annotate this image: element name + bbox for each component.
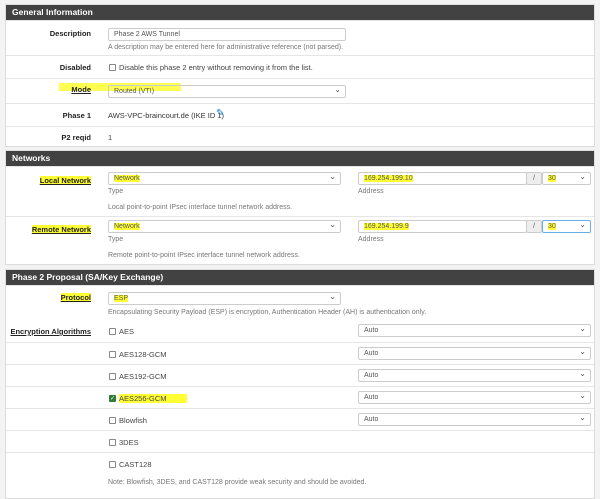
pencil-icon[interactable]: ✎ — [216, 108, 224, 119]
algorithm-checkbox[interactable] — [109, 373, 116, 380]
phase1-label: Phase 1 — [62, 111, 91, 120]
remote-network-help: Remote point-to-point IPsec interface tu… — [108, 252, 300, 259]
disabled-row: Disabled Disable this phase 2 entry with… — [6, 55, 594, 78]
disabled-text: Disable this phase 2 entry without remov… — [119, 63, 313, 72]
networks-panel: Networks Local Network Network Type 169.… — [5, 150, 595, 265]
key-length-select[interactable]: Auto — [358, 346, 591, 360]
algorithm-row: CAST128 Note: Blowfish, 3DES, and CAST128… — [6, 452, 594, 492]
key-length-select[interactable]: Auto — [358, 390, 591, 404]
algorithm-row: ✓ AES256-GCM Auto — [6, 386, 594, 408]
algorithm-checkbox[interactable] — [109, 328, 116, 335]
address-caption: Address — [358, 236, 384, 243]
address-caption: Address — [358, 188, 384, 195]
algorithm-checkbox[interactable] — [109, 461, 116, 468]
disabled-label: Disabled — [59, 63, 91, 72]
p2reqid-row: P2 reqid 1 — [6, 126, 594, 146]
p2reqid-value: 1 — [108, 133, 113, 142]
algorithm-name: Blowfish — [119, 416, 147, 425]
local-type-select[interactable]: Network — [108, 171, 341, 185]
description-help: A description may be entered here for ad… — [108, 44, 344, 51]
key-length-select[interactable]: Auto — [358, 323, 591, 337]
remote-mask-select[interactable]: 30 — [542, 219, 591, 233]
panel-title: General Information — [6, 5, 594, 20]
local-network-row: Local Network Network Type 169.254.199.1… — [6, 166, 594, 216]
panel-title: Networks — [6, 151, 594, 166]
algorithm-name: AES — [119, 327, 135, 336]
general-information-panel: General Information Description Phase 2 … — [5, 4, 595, 147]
algorithm-row: Blowfish Auto — [6, 408, 594, 430]
algorithm-checkbox[interactable] — [109, 439, 116, 446]
protocol-row: Protocol ESP Encapsulating Security Payl… — [6, 285, 594, 320]
remote-address-input[interactable]: 169.254.199.9 — [358, 220, 527, 233]
panel-title: Phase 2 Proposal (SA/Key Exchange) — [6, 270, 594, 285]
local-network-help: Local point-to-point IPsec interface tun… — [108, 204, 293, 211]
remote-network-label: Remote Network — [31, 225, 91, 234]
algorithm-name: AES256-GCM — [119, 394, 187, 403]
key-length-select[interactable]: Auto — [358, 412, 591, 426]
mode-label: Mode — [71, 85, 91, 94]
description-input[interactable]: Phase 2 AWS Tunnel — [108, 28, 346, 41]
phase1-link[interactable]: AWS-VPC-braincourt.de (IKE ID 1) — [108, 111, 224, 120]
algorithm-checkbox[interactable] — [109, 417, 116, 424]
slash-addon: / — [526, 220, 542, 233]
remote-type-select[interactable]: Network — [108, 219, 341, 233]
algorithm-row: AES128-GCM Auto — [6, 342, 594, 364]
description-row: Description Phase 2 AWS Tunnel A descrip… — [6, 20, 594, 55]
encryption-algorithms-label: Encryption Algorithms — [10, 327, 91, 336]
slash-addon: / — [526, 172, 542, 185]
algorithm-name: AES192-GCM — [119, 372, 167, 381]
algorithm-row: AES192-GCM Auto — [6, 364, 594, 386]
mode-row: Mode Routed (VTI) — [6, 78, 594, 103]
protocol-label: Protocol — [60, 293, 91, 302]
disabled-checkbox[interactable] — [109, 64, 116, 71]
key-length-select[interactable]: Auto — [358, 368, 591, 382]
phase1-row: Phase 1 AWS-VPC-braincourt.de (IKE ID 1)… — [6, 103, 594, 126]
algorithm-checkbox[interactable]: ✓ — [109, 395, 116, 402]
mode-select[interactable]: Routed (VTI) — [108, 84, 346, 98]
protocol-select[interactable]: ESP — [108, 291, 341, 305]
algorithm-row: 3DES — [6, 430, 594, 452]
local-mask-select[interactable]: 30 — [542, 171, 591, 185]
description-label: Description — [49, 29, 91, 38]
p2reqid-label: P2 reqid — [61, 133, 91, 142]
algorithm-checkbox[interactable] — [109, 351, 116, 358]
weak-algorithms-note: Note: Blowfish, 3DES, and CAST128 provid… — [108, 479, 367, 486]
protocol-help: Encapsulating Security Payload (ESP) is … — [108, 309, 427, 316]
algorithm-name: AES128-GCM — [119, 350, 167, 359]
algorithm-name: 3DES — [119, 438, 139, 447]
type-caption: Type — [108, 236, 124, 243]
local-address-input[interactable]: 169.254.199.10 — [358, 172, 527, 185]
phase2-proposal-panel: Phase 2 Proposal (SA/Key Exchange) Proto… — [5, 269, 595, 499]
remote-network-row: Remote Network Network Type 169.254.199.… — [6, 216, 594, 264]
algorithm-name: CAST128 — [119, 460, 152, 469]
type-caption: Type — [108, 188, 124, 195]
algorithm-row: Encryption Algorithms AES Auto — [6, 320, 594, 342]
local-network-label: Local Network — [39, 176, 91, 185]
